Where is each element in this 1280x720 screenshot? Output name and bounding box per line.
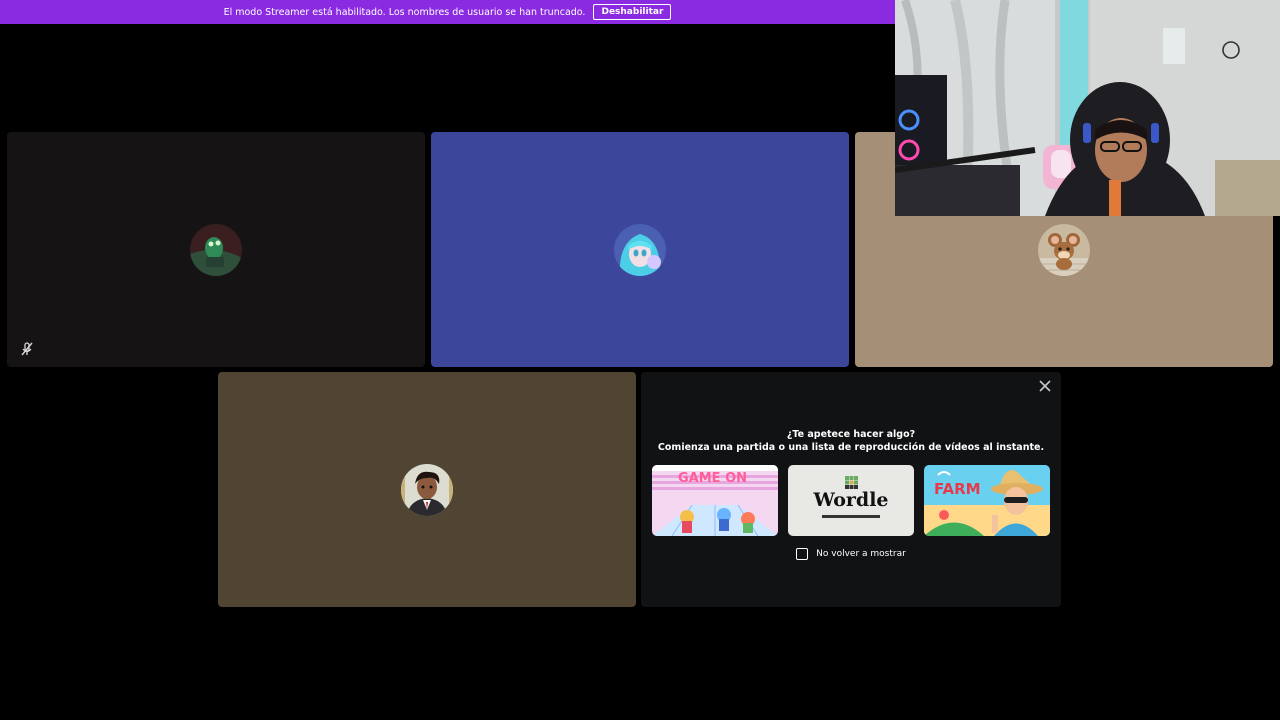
participant-avatar [190,223,242,276]
activity-card-wordle[interactable]: Wordle [788,465,914,536]
participant-tile-4[interactable] [218,372,636,607]
activity-title: ¿Te apetece hacer algo? [786,429,916,440]
participant-avatar [1038,223,1090,276]
participant-tile-2[interactable] [431,132,849,367]
streamer-mode-banner: El modo Streamer está habilitado. Los no… [0,0,895,24]
call-screen: El modo Streamer está habilitado. Los no… [0,0,1280,720]
activity-card-farm-merge-valley[interactable]: FARM [924,465,1050,536]
microphone-muted-icon [19,341,35,357]
participant-tile-1[interactable] [7,132,425,367]
game-on-logo: GAME ON [678,471,748,486]
webcam-overlay [895,0,1280,216]
dont-show-again-checkbox[interactable] [796,548,809,560]
wordle-logo: Wordle [813,489,889,511]
activity-suggestion-panel: ¿Te apetece hacer algo? Comienza una par… [641,372,1061,607]
activity-subtitle: Comienza una partida o una lista de repr… [657,442,1045,453]
participant-avatar [614,223,666,276]
activity-card-game-on[interactable]: GAME ON [652,465,778,536]
activity-cards: GAME ON Wordle FARM [652,465,1050,536]
close-icon[interactable] [1037,378,1053,394]
farm-merge-valley-logo: FARM [934,480,981,498]
dont-show-again-label: No volver a mostrar [816,549,906,559]
disable-streamer-mode-button[interactable]: Deshabilitar [593,4,672,20]
streamer-mode-message: El modo Streamer está habilitado. Los no… [223,6,586,18]
dont-show-again-row: No volver a mostrar [641,548,1061,560]
participant-avatar [401,463,453,516]
